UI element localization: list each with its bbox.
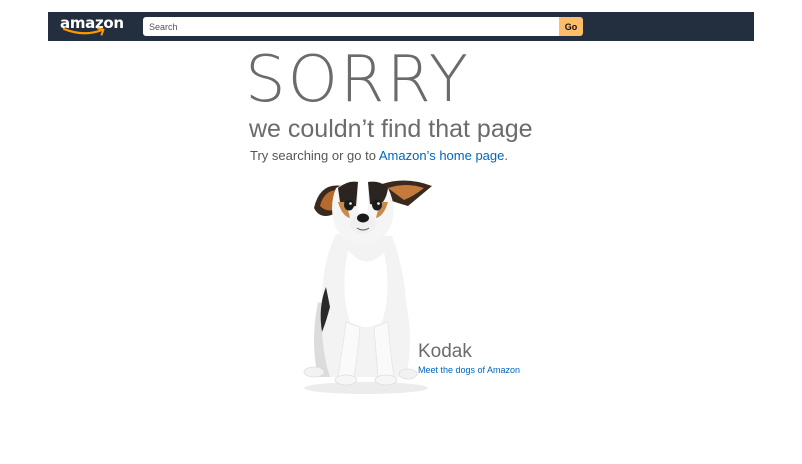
home-page-link[interactable]: Amazon’s home page	[379, 148, 505, 163]
search-input[interactable]	[143, 17, 559, 36]
go-button[interactable]: Go	[559, 17, 583, 36]
top-nav-bar: amazon Go	[48, 12, 754, 41]
search-hint: Try searching or go to Amazon’s home pag…	[250, 147, 508, 165]
smile-arrow-icon	[62, 27, 105, 36]
error-subtitle: we couldn’t find that page	[249, 115, 533, 143]
dog-name: Kodak	[418, 341, 472, 362]
meet-dogs-link[interactable]: Meet the dogs of Amazon	[418, 364, 520, 376]
amazon-logo[interactable]: amazon	[60, 14, 124, 38]
error-page: amazon Go SORRY we couldn’t find that pa…	[0, 0, 802, 464]
sorry-heading: SORRY	[245, 43, 470, 117]
hint-suffix: .	[504, 148, 508, 163]
hint-prefix: Try searching or go to	[250, 148, 379, 163]
